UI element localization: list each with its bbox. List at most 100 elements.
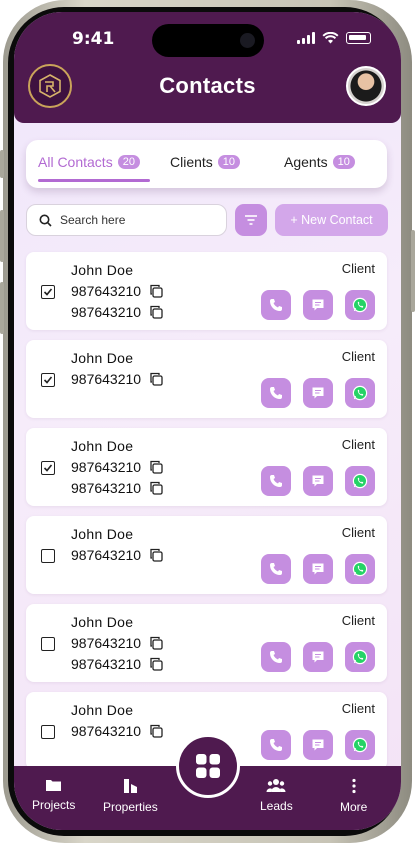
message-icon xyxy=(312,387,324,399)
tab-count-badge: 20 xyxy=(117,155,140,169)
contact-card[interactable]: John Doe 987643210 Client xyxy=(26,516,387,594)
contact-checkbox[interactable] xyxy=(41,725,55,739)
app-header: 9:41 Contacts xyxy=(14,12,401,123)
copy-icon[interactable] xyxy=(149,636,163,650)
dashboard-fab-button[interactable] xyxy=(176,734,240,798)
search-input[interactable] xyxy=(60,213,210,227)
wifi-icon xyxy=(322,32,339,44)
message-icon xyxy=(312,475,324,487)
contact-name: John Doe xyxy=(71,438,134,454)
message-button[interactable] xyxy=(303,290,333,320)
call-button[interactable] xyxy=(261,378,291,408)
copy-icon[interactable] xyxy=(149,548,163,562)
dynamic-island xyxy=(152,24,264,57)
whatsapp-button[interactable] xyxy=(345,466,375,496)
contact-phone: 987643210 xyxy=(71,547,163,563)
screen: 9:41 Contacts All Contacts 20 Clients 10… xyxy=(14,12,401,830)
contact-actions xyxy=(261,642,375,672)
nav-leads[interactable]: Leads xyxy=(260,778,293,813)
whatsapp-icon xyxy=(352,297,368,313)
message-button[interactable] xyxy=(303,378,333,408)
copy-icon[interactable] xyxy=(149,657,163,671)
volume-up-button xyxy=(0,210,4,262)
whatsapp-icon xyxy=(352,473,368,489)
contact-phone: 987643210 xyxy=(71,723,163,739)
whatsapp-button[interactable] xyxy=(345,378,375,408)
call-button[interactable] xyxy=(261,642,291,672)
nav-projects[interactable]: Projects xyxy=(32,778,75,812)
avatar[interactable] xyxy=(346,66,386,106)
new-contact-label: + New Contact xyxy=(290,213,373,227)
nav-more[interactable]: More xyxy=(340,778,367,814)
tab-label: All Contacts xyxy=(38,154,113,170)
volume-down-button xyxy=(0,282,4,334)
active-tab-indicator xyxy=(38,179,150,182)
call-button[interactable] xyxy=(261,290,291,320)
message-icon xyxy=(312,651,324,663)
contact-card[interactable]: John Doe 987643210 987643210 Client xyxy=(26,252,387,330)
phone-number: 987643210 xyxy=(71,656,142,672)
contact-checkbox[interactable] xyxy=(41,373,55,387)
phone-number: 987643210 xyxy=(71,283,142,299)
search-bar xyxy=(26,204,227,236)
phone-number: 987643210 xyxy=(71,459,142,475)
filter-icon xyxy=(245,215,257,225)
contact-type-label: Client xyxy=(341,613,375,628)
contact-name: John Doe xyxy=(71,526,134,542)
call-button[interactable] xyxy=(261,730,291,760)
call-button[interactable] xyxy=(261,466,291,496)
mute-switch xyxy=(0,150,4,178)
message-button[interactable] xyxy=(303,642,333,672)
whatsapp-button[interactable] xyxy=(345,730,375,760)
tab-clients[interactable]: Clients 10 xyxy=(170,154,241,170)
grid-icon xyxy=(196,754,220,778)
phone-number: 987643210 xyxy=(71,371,142,387)
message-button[interactable] xyxy=(303,554,333,584)
whatsapp-icon xyxy=(352,737,368,753)
phone-number: 987643210 xyxy=(71,635,142,651)
nav-label: Leads xyxy=(260,799,293,813)
copy-icon[interactable] xyxy=(149,481,163,495)
copy-icon[interactable] xyxy=(149,305,163,319)
contact-name: John Doe xyxy=(71,262,134,278)
phone-number: 987643210 xyxy=(71,723,142,739)
contact-card[interactable]: John Doe 987643210 987643210 Client xyxy=(26,604,387,682)
check-icon xyxy=(43,288,53,296)
phone-call-icon xyxy=(270,651,282,663)
more-vertical-icon xyxy=(352,778,356,794)
whatsapp-button[interactable] xyxy=(345,290,375,320)
copy-icon[interactable] xyxy=(149,372,163,386)
search-icon xyxy=(39,214,52,227)
contact-checkbox[interactable] xyxy=(41,285,55,299)
copy-icon[interactable] xyxy=(149,460,163,474)
contact-checkbox[interactable] xyxy=(41,461,55,475)
contact-type-label: Client xyxy=(341,437,375,452)
whatsapp-button[interactable] xyxy=(345,642,375,672)
contact-phone: 987643210 xyxy=(71,459,163,475)
copy-icon[interactable] xyxy=(149,284,163,298)
call-button[interactable] xyxy=(261,554,291,584)
contact-checkbox[interactable] xyxy=(41,637,55,651)
nav-properties[interactable]: Properties xyxy=(103,778,158,814)
contact-actions xyxy=(261,554,375,584)
whatsapp-button[interactable] xyxy=(345,554,375,584)
new-contact-button[interactable]: + New Contact xyxy=(275,204,388,236)
tab-label: Agents xyxy=(284,154,328,170)
message-button[interactable] xyxy=(303,466,333,496)
message-button[interactable] xyxy=(303,730,333,760)
contact-card[interactable]: John Doe 987643210 Client xyxy=(26,340,387,418)
phone-call-icon xyxy=(270,739,282,751)
battery-icon xyxy=(346,32,371,44)
whatsapp-icon xyxy=(352,649,368,665)
tab-count-badge: 10 xyxy=(332,155,355,169)
contact-type-label: Client xyxy=(341,349,375,364)
people-icon xyxy=(266,779,286,792)
contact-phone: 987643210 xyxy=(71,371,163,387)
copy-icon[interactable] xyxy=(149,724,163,738)
contact-checkbox[interactable] xyxy=(41,549,55,563)
tab-all-contacts[interactable]: All Contacts 20 xyxy=(38,154,140,170)
filter-button[interactable] xyxy=(235,204,267,236)
contact-card[interactable]: John Doe 987643210 987643210 Client xyxy=(26,428,387,506)
tab-agents[interactable]: Agents 10 xyxy=(284,154,355,170)
tab-count-badge: 10 xyxy=(217,155,241,169)
